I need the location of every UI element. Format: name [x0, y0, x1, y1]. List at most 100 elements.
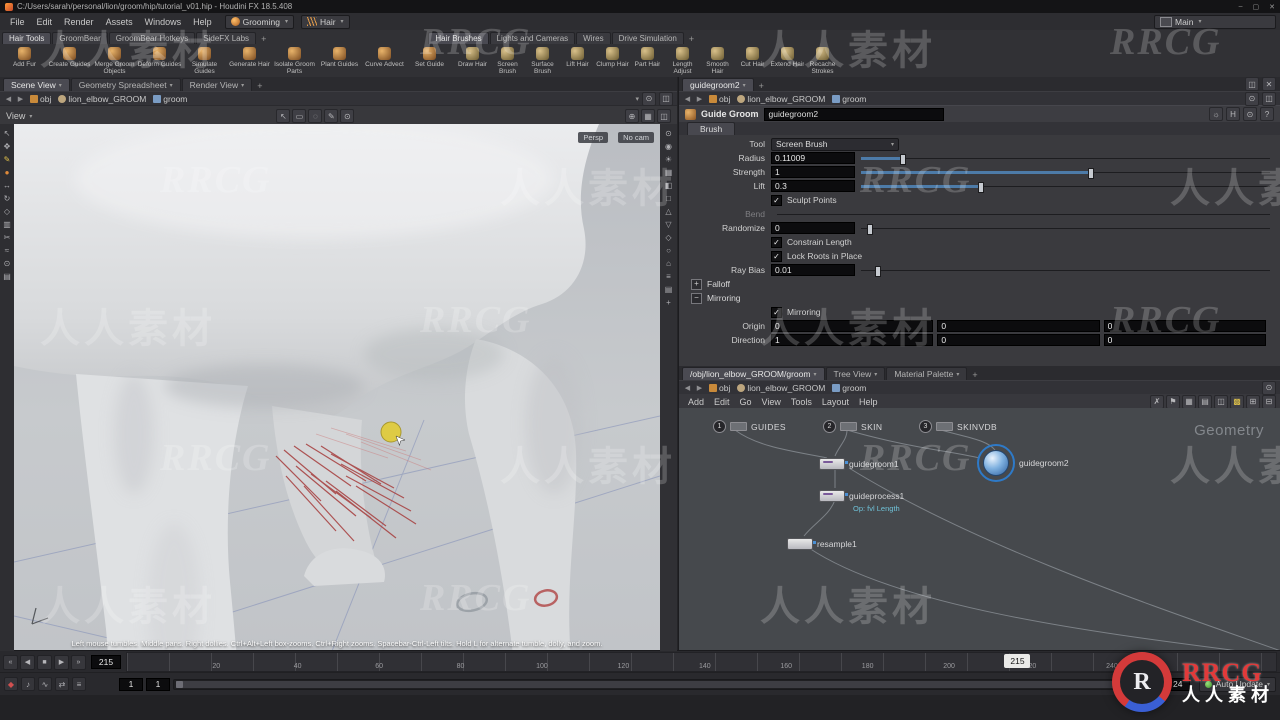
float-pane-icon[interactable]: ◫ [1245, 77, 1259, 91]
network-canvas[interactable]: Geometry 1 GUIDES 2 SKIN 3 SKINVDB guide… [679, 408, 1280, 651]
camera-view-icon[interactable]: ⊙ [663, 129, 674, 139]
menu-item[interactable]: Assets [100, 16, 139, 28]
grid-plane-icon[interactable]: ▤ [663, 285, 674, 295]
breadcrumb-node[interactable]: groom [151, 94, 189, 104]
shelf-tool[interactable]: Create Guides [47, 46, 92, 75]
shelf-tab[interactable]: SideFX Labs [196, 32, 257, 44]
current-frame-field[interactable]: 215 [91, 655, 121, 669]
tab-network[interactable]: /obj/lion_elbow_GROOM/groom [682, 367, 825, 380]
strength-field[interactable]: 1 [771, 166, 855, 178]
breadcrumb-root[interactable]: obj [707, 94, 732, 104]
shelf-tool[interactable]: Part Hair [630, 46, 665, 75]
audio-icon[interactable]: ♪ [21, 677, 35, 691]
add-pane-tab-button[interactable]: + [253, 81, 266, 91]
comb-tool-icon[interactable]: ≈ [2, 246, 13, 256]
groom-dot-tool-icon[interactable]: ● [2, 168, 13, 178]
forward-icon[interactable]: ▶ [695, 383, 704, 392]
float-pane-icon[interactable]: ◫ [1262, 91, 1276, 106]
randomize-slider[interactable] [861, 223, 1270, 235]
add-shelf-tab-button[interactable]: + [257, 34, 270, 44]
shelf-tab[interactable]: GroomBear Hotkeys [108, 32, 196, 44]
list-view-icon[interactable]: ▤ [1198, 394, 1212, 409]
cut-tool-icon[interactable]: ✂ [2, 233, 13, 243]
mirroring-checkbox[interactable]: ✓ [771, 306, 782, 318]
scale-tool-icon[interactable]: ◇ [2, 207, 13, 217]
shelf-tab[interactable]: Lights and Cameras [489, 32, 576, 44]
origin-x-field[interactable]: 0 [771, 320, 934, 332]
color-palette-icon[interactable]: ▩ [1230, 394, 1244, 409]
add-note-icon[interactable]: ⊞ [1246, 394, 1260, 409]
keyframe-record-icon[interactable]: ◆ [4, 677, 18, 691]
layout-icon[interactable]: ◫ [657, 109, 671, 123]
range-end-field[interactable]: 240 [1132, 677, 1163, 691]
add-pane-tab-button[interactable]: + [968, 370, 981, 380]
back-icon[interactable]: ◀ [683, 383, 692, 392]
shelf-tool[interactable]: Generate Hair [227, 46, 272, 75]
shelf-tool[interactable]: Add Fur [2, 46, 47, 75]
origin-z-field[interactable]: 0 [1103, 320, 1266, 332]
shelf-tab[interactable]: Hair Brushes [428, 32, 489, 44]
radius-field[interactable]: 0.11009 [771, 152, 855, 164]
breadcrumb-root[interactable]: obj [707, 383, 732, 393]
next-frame-button[interactable]: » [71, 654, 86, 670]
rotate-tool-icon[interactable]: ↻ [2, 194, 13, 204]
expand-icon[interactable]: + [691, 278, 702, 290]
direction-z-field[interactable]: 0 [1103, 334, 1266, 346]
radius-slider[interactable] [861, 153, 1270, 165]
menu-item[interactable]: Render [58, 16, 100, 28]
collapse-icon[interactable]: − [691, 292, 702, 304]
lasso-select-icon[interactable]: ◌ [308, 109, 323, 123]
viewport-canvas[interactable]: Persp No cam Left mouse tumbles. Middle … [14, 124, 660, 651]
realtime-toggle-icon[interactable]: ∿ [38, 677, 52, 691]
normals-icon[interactable]: △ [663, 207, 674, 217]
forward-icon[interactable]: ▶ [695, 94, 704, 103]
box-select-icon[interactable]: ▭ [292, 109, 307, 123]
help-icon[interactable]: ? [1260, 107, 1274, 121]
zoom-fit-icon[interactable]: ⊟ [1262, 394, 1276, 409]
float-pane-icon[interactable]: ◫ [659, 91, 673, 106]
menu-item[interactable]: Help [187, 16, 218, 28]
handles-icon[interactable]: ◇ [663, 233, 674, 243]
shade-mode-icon[interactable]: ▦ [663, 168, 674, 178]
close-pane-icon[interactable]: ✕ [1262, 77, 1276, 91]
direction-x-field[interactable]: 1 [771, 334, 934, 346]
breadcrumb-root[interactable]: obj [28, 94, 53, 104]
shelf-tool[interactable]: Draw Hair [455, 46, 490, 75]
back-icon[interactable]: ◀ [4, 94, 13, 103]
playhead[interactable]: 215 [1004, 654, 1031, 668]
back-icon[interactable]: ◀ [683, 94, 692, 103]
range-end-handle[interactable] [1119, 680, 1127, 688]
flag-icon[interactable]: ⚑ [1166, 394, 1180, 409]
constrain-length-checkbox[interactable]: ✓ [771, 236, 782, 248]
prev-frame-button[interactable]: ◀ [20, 654, 35, 670]
network-menu-item[interactable]: Go [735, 396, 757, 408]
shelf-tool[interactable]: Plant Guides [317, 46, 362, 75]
bounds-icon[interactable]: □ [663, 194, 674, 204]
crosshair-icon[interactable]: + [663, 298, 674, 308]
view-menu[interactable]: View [6, 111, 25, 121]
shelf-tool[interactable]: Merge Groom Objects [92, 46, 137, 75]
hand-tool-icon[interactable]: ✥ [2, 142, 13, 152]
shelf-tool[interactable]: Set Guide [407, 46, 452, 75]
points-icon[interactable]: ▽ [663, 220, 674, 230]
draw-brush-tool-icon[interactable]: ✎ [2, 155, 13, 165]
tab-parameters[interactable]: guidegroom2 [682, 78, 754, 91]
brush-select-icon[interactable]: ✎ [324, 109, 339, 123]
strength-slider[interactable] [861, 167, 1270, 179]
falloff-section[interactable]: + Falloff [679, 277, 1270, 291]
ray-bias-slider[interactable] [861, 265, 1270, 277]
node-resample1[interactable]: resample1 [787, 538, 857, 550]
origin-y-field[interactable]: 0 [937, 320, 1100, 332]
node-guidegroom1[interactable]: guidegroom1 [819, 458, 899, 470]
timeline-ruler[interactable]: 20 40 60 80 100 120 140 160 180 200 220 240 215 [126, 652, 1277, 672]
shelf-tool[interactable]: Extend Hair [770, 46, 805, 75]
maximize-button[interactable]: ▢ [1253, 3, 1260, 11]
loop-mode-icon[interactable]: ⇄ [55, 677, 69, 691]
lift-field[interactable]: 0.3 [771, 180, 855, 192]
breadcrumb-object[interactable]: lion_elbow_GROOM [56, 94, 148, 104]
desktop-select[interactable]: Main [1154, 14, 1276, 29]
shelf-tool[interactable]: Screen Brush [490, 46, 525, 75]
playback-range-slider[interactable] [173, 678, 1130, 690]
sculpt-points-checkbox[interactable]: ✓ [771, 194, 782, 206]
wireframe-icon[interactable]: ◧ [663, 181, 674, 191]
